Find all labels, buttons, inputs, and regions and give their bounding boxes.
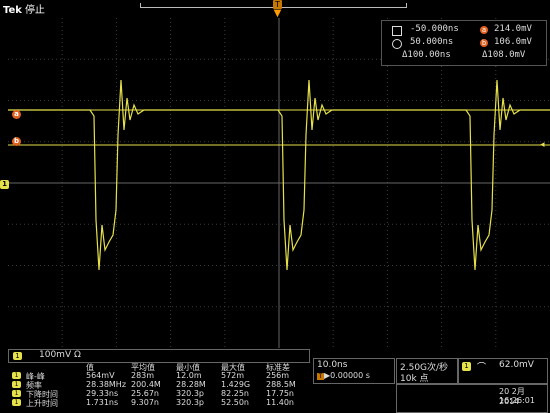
waveform-display[interactable] — [8, 18, 550, 348]
brand-status: Tek 停止 — [3, 1, 45, 16]
measurement-row: 1 下降时间 29.33ns 25.67n 320.3p 82.25n 17.7… — [8, 389, 308, 399]
square-cursor-icon — [392, 26, 402, 36]
cursor-a-label: a — [14, 110, 19, 118]
cursor2-volt: 106.0mV — [494, 37, 532, 47]
timebase-offset: T ▶0.00000 s — [317, 371, 370, 380]
circle-cursor-icon — [392, 39, 402, 49]
cursor-b-marker[interactable]: b — [12, 137, 21, 146]
cursor-readout: -50.000ns a 214.0mV 50.000ns b 106.0mV Δ… — [381, 20, 547, 66]
cursor-a-icon: a — [480, 26, 488, 34]
cursor-delta-time: Δ100.00ns — [402, 50, 451, 60]
measurement-table: 值 平均值 最小值 最大值 标准差 1 峰-峰 564mV 283m 12.0m… — [8, 362, 308, 412]
ch1-ground-marker[interactable]: 1 — [0, 180, 9, 189]
cursor2-time: 50.000ns — [410, 37, 454, 47]
cursor1-volt: 214.0mV — [494, 24, 532, 34]
cursor-b-label: b — [13, 137, 19, 145]
top-bar: Tek 停止 T ▼ — [0, 0, 550, 19]
measurement-header: 值 平均值 最小值 最大值 标准差 — [86, 363, 290, 372]
cursor-b-icon: b — [480, 39, 488, 47]
trigger-slope-icon: ⌒ — [477, 363, 487, 373]
measurement-row: 1 频率 28.38MHz 200.4M 28.28M 1.429G 288.5… — [8, 380, 308, 390]
datetime-panel: 20 2月 2014 16:26:01 — [396, 384, 548, 413]
trigger-position-icon: ▼ — [273, 8, 282, 19]
cursor-a-marker[interactable]: a — [12, 110, 21, 119]
timebase-scale: 10.0ns — [317, 360, 348, 370]
record-length: 10k 点 — [400, 374, 429, 384]
measurement-row: 1 上升时间 1.731ns 9.307n 320.3p 52.50n 11.4… — [8, 398, 308, 408]
acquisition-status: 停止 — [24, 5, 45, 16]
cursor-delta-volt: Δ108.0mV — [482, 50, 526, 60]
channel1-readout[interactable]: 1 100mV Ω — [8, 349, 310, 363]
brand-logo: Tek — [3, 5, 22, 16]
trigger-level: 62.0mV — [499, 360, 534, 370]
cursor-b-right-arrow: ◂ — [540, 140, 545, 150]
ch1-ground-label: 1 — [2, 180, 7, 188]
time-text: 16:26:01 — [499, 396, 535, 405]
measurement-row: 1 峰-峰 564mV 283m 12.0m 572m 256m — [8, 371, 308, 381]
trigger-panel[interactable]: 1 ⌒ 62.0mV — [458, 358, 548, 384]
cursor1-time: -50.000ns — [410, 24, 459, 34]
trigger-source-badge: 1 — [462, 362, 471, 371]
timebase-panel[interactable]: 10.0ns T ▶0.00000 s — [313, 358, 395, 384]
ch1-badge: 1 — [13, 352, 22, 360]
ch1-scale: 100mV Ω — [39, 350, 81, 360]
acquisition-panel[interactable]: 2.50G次/秒 10k 点 — [396, 358, 458, 384]
